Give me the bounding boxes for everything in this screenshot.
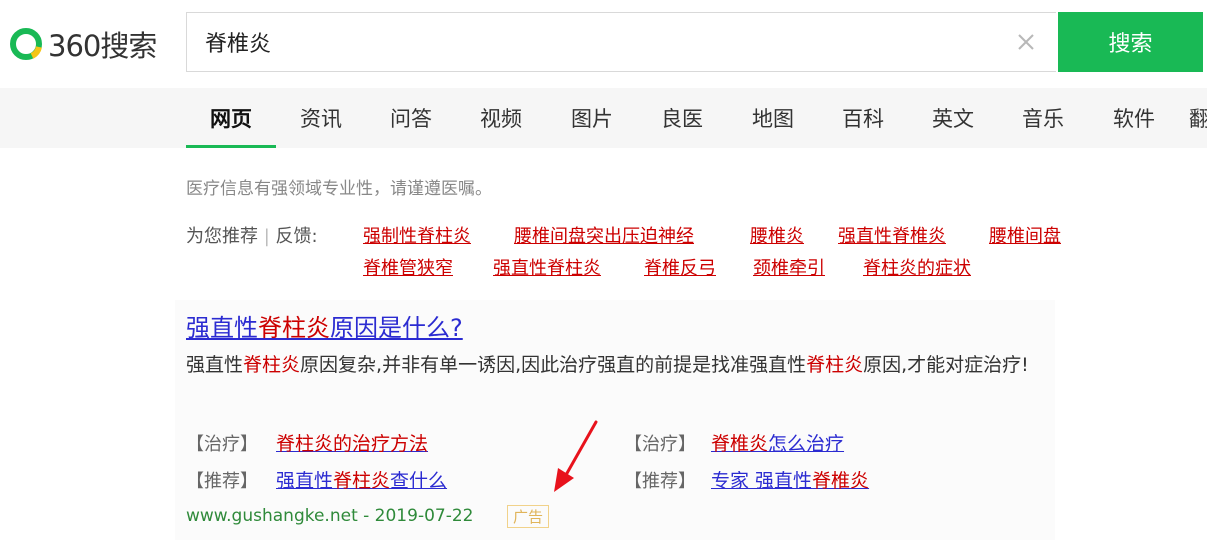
desc-text: 原因复杂,并非有单一诱因,因此治疗强直的前提是找准强直性: [300, 354, 807, 376]
sublink[interactable]: 强直性脊柱炎查什么: [276, 466, 447, 493]
result-title-highlight: 脊柱炎: [258, 314, 330, 342]
sublink-text: 专家 强直性: [711, 470, 813, 492]
desc-highlight: 脊柱炎: [806, 354, 864, 376]
recommend-title: 为您推荐: [186, 226, 258, 247]
tab-software[interactable]: 软件: [1099, 88, 1169, 148]
desc-text: 原因,才能对症治疗!: [863, 354, 1029, 376]
sublink-tag: 【推荐】: [186, 471, 258, 492]
logo[interactable]: 360搜索: [8, 22, 157, 66]
sublink-tag: 【推荐】: [624, 471, 696, 492]
result-title-text: 原因是什么?: [330, 314, 463, 342]
tab-translate[interactable]: 翻: [1189, 88, 1207, 148]
tab-web[interactable]: 网页: [186, 88, 276, 148]
sublink-highlight: 脊柱炎的治疗方法: [276, 433, 429, 455]
sublink[interactable]: 脊椎炎怎么治疗: [711, 429, 844, 456]
sublink-text: 强直性: [276, 470, 334, 492]
recommend-link[interactable]: 脊椎反弓: [644, 254, 716, 280]
recommend-link[interactable]: 强制性脊柱炎: [363, 222, 471, 248]
tab-qa[interactable]: 问答: [376, 88, 446, 148]
recommend-link[interactable]: 腰椎炎: [750, 222, 804, 248]
tab-doctor[interactable]: 良医: [647, 88, 717, 148]
tab-video[interactable]: 视频: [466, 88, 536, 148]
sublink-text: 怎么治疗: [768, 433, 845, 455]
tab-english[interactable]: 英文: [918, 88, 988, 148]
recommend-link[interactable]: 强直性脊椎炎: [838, 222, 946, 248]
recommend-link[interactable]: 腰椎间盘突出压迫神经: [514, 222, 694, 248]
medical-notice: 医疗信息有强领域专业性，请谨遵医嘱。: [186, 179, 492, 199]
logo-ring-icon: [10, 28, 42, 60]
header: 360搜索 搜索: [0, 0, 1207, 88]
recommend-link[interactable]: 脊柱炎的症状: [863, 254, 971, 280]
desc-text: 强直性: [186, 354, 244, 376]
tab-news[interactable]: 资讯: [286, 88, 356, 148]
ad-badge: 广告: [507, 505, 549, 528]
sublink[interactable]: 脊柱炎的治疗方法: [276, 429, 428, 456]
search-button[interactable]: 搜索: [1058, 12, 1203, 72]
search-input[interactable]: [187, 13, 987, 71]
result-title-link[interactable]: 强直性脊柱炎原因是什么?: [186, 308, 463, 343]
result-url[interactable]: www.gushangke.net - 2019-07-22: [186, 506, 473, 526]
result-title-text: 强直性: [186, 314, 258, 342]
close-icon[interactable]: [1014, 30, 1038, 54]
sublink-tag: 【治疗】: [186, 434, 258, 455]
sublink-highlight: 脊椎炎: [711, 433, 769, 455]
sublink[interactable]: 专家 强直性脊椎炎: [711, 466, 869, 493]
recommend-separator: |: [263, 226, 270, 247]
sublink-tag: 【治疗】: [624, 434, 696, 455]
nav-tabs: 网页 资讯 问答 视频 图片 良医 地图 百科 英文 音乐 软件 翻: [0, 88, 1207, 148]
sublink-text: 查什么: [390, 470, 448, 492]
result-description: 强直性脊柱炎原因复杂,并非有单一诱因,因此治疗强直的前提是找准强直性脊柱炎原因,…: [186, 350, 1056, 381]
recommend-link[interactable]: 脊椎管狭窄: [363, 254, 453, 280]
red-arrow-icon: [554, 420, 598, 492]
tab-music[interactable]: 音乐: [1008, 88, 1078, 148]
tab-image[interactable]: 图片: [557, 88, 627, 148]
recommend-link[interactable]: 腰椎间盘: [989, 222, 1061, 248]
sublink-highlight: 脊椎炎: [812, 470, 870, 492]
recommend-link[interactable]: 强直性脊柱炎: [493, 254, 601, 280]
recommend-link[interactable]: 颈椎牵引: [753, 254, 825, 280]
logo-text: 360搜索: [48, 29, 157, 63]
feedback-link[interactable]: 反馈:: [276, 226, 318, 247]
recommend-label: 为您推荐 | 反馈:: [186, 222, 318, 248]
tab-map[interactable]: 地图: [738, 88, 808, 148]
sublink-highlight: 脊柱炎: [333, 470, 391, 492]
tab-baike[interactable]: 百科: [828, 88, 898, 148]
desc-highlight: 脊柱炎: [243, 354, 301, 376]
search-box: [186, 12, 1056, 72]
